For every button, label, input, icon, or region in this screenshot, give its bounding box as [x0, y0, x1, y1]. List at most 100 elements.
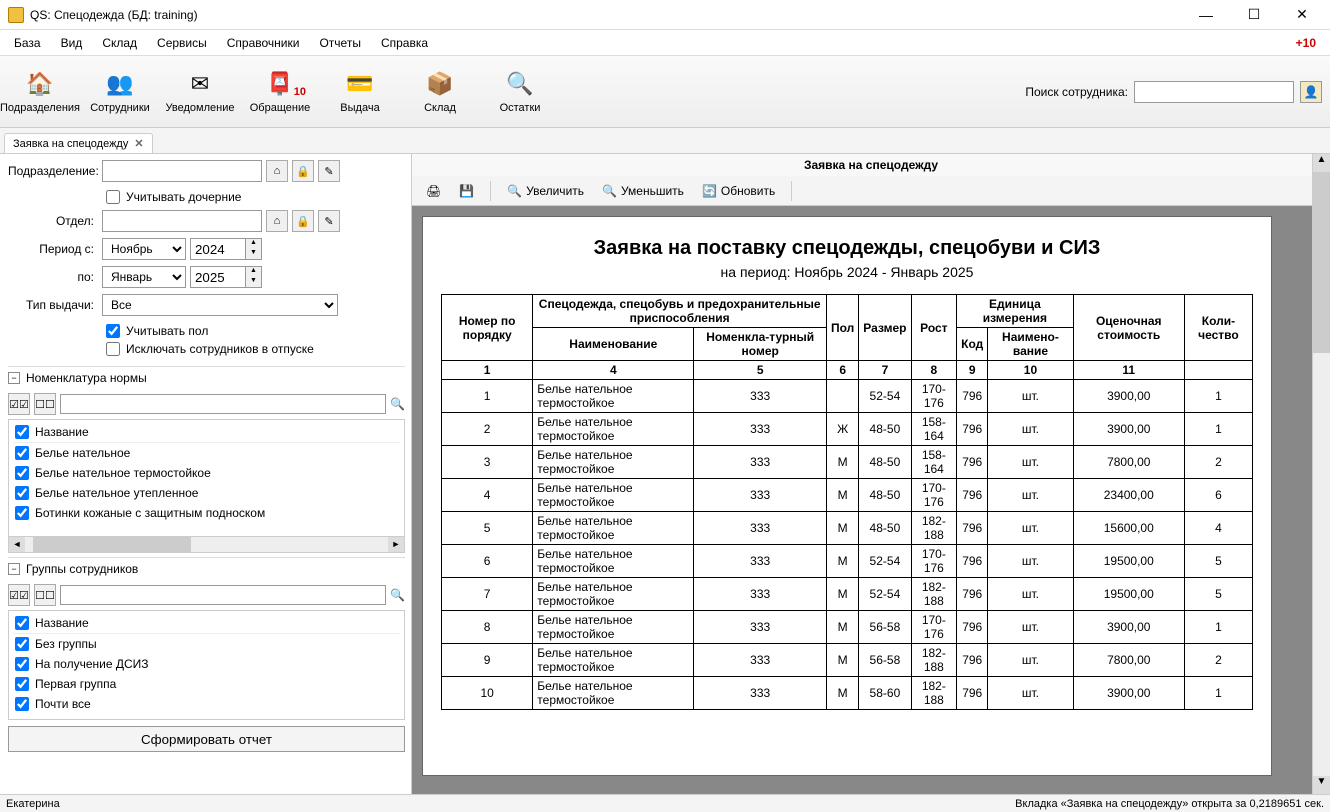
menu-services[interactable]: Сервисы	[149, 32, 215, 54]
list-item: На получение ДСИЗ	[35, 657, 149, 671]
print-button[interactable]: 🖨	[420, 181, 447, 201]
search-employee-button[interactable]: 👤	[1300, 81, 1322, 103]
tb-notification[interactable]: ✉Уведомление	[160, 56, 240, 127]
nomenclature-collapse[interactable]: −	[8, 372, 20, 384]
nom-header-checkbox[interactable]	[15, 425, 29, 439]
nom-item-checkbox[interactable]	[15, 486, 29, 500]
year-from-down[interactable]: ▼	[246, 249, 261, 259]
grp-header-label: Название	[35, 616, 89, 630]
minimize-button[interactable]: —	[1186, 1, 1226, 29]
tab-request[interactable]: Заявка на спецодежду ✕	[4, 133, 153, 153]
month-from-select[interactable]: Ноябрь	[102, 238, 186, 260]
report-vscrollbar[interactable]: ▲ ▼	[1312, 154, 1330, 794]
nomenclature-filter-input[interactable]	[60, 394, 386, 414]
tb-balance[interactable]: 🔍Остатки	[480, 56, 560, 127]
search-employee-input[interactable]	[1134, 81, 1294, 103]
department-input[interactable]	[102, 160, 262, 182]
generate-report-button[interactable]: Сформировать отчет	[8, 726, 405, 752]
list-item: Без группы	[35, 637, 97, 651]
statusbar: Екатерина Вкладка «Заявка на спецодежду»…	[0, 794, 1330, 812]
groups-list[interactable]: Название Без группы На получение ДСИЗ Пе…	[8, 610, 405, 720]
issue-type-select[interactable]: Все	[102, 294, 338, 316]
report-subtitle: на период: Ноябрь 2024 - Январь 2025	[441, 264, 1253, 280]
include-children-checkbox[interactable]	[106, 190, 120, 204]
groups-filter-input[interactable]	[60, 585, 386, 605]
menu-warehouse[interactable]: Склад	[94, 32, 145, 54]
report-viewport[interactable]: Заявка на поставку спецодежды, спецобуви…	[412, 206, 1330, 794]
table-row: 6Белье нательное термостойкое333М52-5417…	[442, 545, 1253, 578]
zoom-in-button[interactable]: 🔍Увеличить	[501, 181, 590, 201]
division-lock-button[interactable]: 🔒	[292, 210, 314, 232]
select-all-nom-button[interactable]: ☑☑	[8, 393, 30, 415]
nom-header-label: Название	[35, 425, 89, 439]
tab-close-icon[interactable]: ✕	[134, 137, 143, 150]
list-item: Белье нательное	[35, 446, 130, 460]
department-pick-button[interactable]: ⌂	[266, 160, 288, 182]
list-item: Белье нательное утепленное	[35, 486, 198, 500]
grp-item-checkbox[interactable]	[15, 677, 29, 691]
deselect-all-nom-button[interactable]: ☐☐	[34, 393, 56, 415]
status-timing: Вкладка «Заявка на спецодежду» открыта з…	[1015, 798, 1324, 810]
nomenclature-list[interactable]: Название Белье нательное Белье нательное…	[8, 419, 405, 537]
scroll-down-icon[interactable]: ▼	[1313, 776, 1330, 794]
save-button[interactable]: 💾	[453, 181, 480, 201]
exclude-vacation-checkbox[interactable]	[106, 342, 120, 356]
department-edit-button[interactable]: ✎	[318, 160, 340, 182]
division-pick-button[interactable]: ⌂	[266, 210, 288, 232]
month-to-select[interactable]: Январь	[102, 266, 186, 288]
grp-item-checkbox[interactable]	[15, 657, 29, 671]
col-name: Наименование	[533, 328, 694, 361]
tb-departments[interactable]: 🏠Подразделения	[0, 56, 80, 127]
issue-type-label: Тип выдачи:	[8, 298, 98, 312]
department-label: Подразделение:	[8, 164, 98, 178]
col-nomnum: Номенкла-турный номер	[694, 328, 827, 361]
maximize-button[interactable]: ☐	[1234, 1, 1274, 29]
menu-help[interactable]: Справка	[373, 32, 436, 54]
year-to-up[interactable]: ▲	[246, 267, 261, 277]
year-to-input[interactable]	[190, 266, 246, 288]
year-from-up[interactable]: ▲	[246, 239, 261, 249]
menu-base[interactable]: База	[6, 32, 49, 54]
division-edit-button[interactable]: ✎	[318, 210, 340, 232]
grp-header-checkbox[interactable]	[15, 616, 29, 630]
table-row: 9Белье нательное термостойкое333М56-5818…	[442, 644, 1253, 677]
search-icon[interactable]: 🔍	[390, 588, 405, 602]
year-from-input[interactable]	[190, 238, 246, 260]
search-employee-label: Поиск сотрудника:	[1025, 85, 1128, 99]
grp-item-checkbox[interactable]	[15, 637, 29, 651]
col-unit-name: Наимено-вание	[988, 328, 1073, 361]
department-lock-button[interactable]: 🔒	[292, 160, 314, 182]
status-user: Екатерина	[6, 798, 60, 810]
tb-employees[interactable]: 👥Сотрудники	[80, 56, 160, 127]
printer-icon: 🖨	[426, 184, 441, 198]
tab-label: Заявка на спецодежду	[13, 138, 128, 150]
division-label: Отдел:	[8, 214, 98, 228]
nom-item-checkbox[interactable]	[15, 446, 29, 460]
nom-item-checkbox[interactable]	[15, 506, 29, 520]
tb-warehouse[interactable]: 📦Склад	[400, 56, 480, 127]
select-all-grp-button[interactable]: ☑☑	[8, 584, 30, 606]
menu-directories[interactable]: Справочники	[219, 32, 308, 54]
nom-item-checkbox[interactable]	[15, 466, 29, 480]
notification-counter[interactable]: +10	[1296, 36, 1324, 50]
division-input[interactable]	[102, 210, 262, 232]
consider-gender-checkbox[interactable]	[106, 324, 120, 338]
menu-view[interactable]: Вид	[53, 32, 91, 54]
nom-hscroll[interactable]: ◄►	[8, 537, 405, 553]
tb-appeal[interactable]: 📮10Обращение	[240, 56, 320, 127]
menu-reports[interactable]: Отчеты	[311, 32, 368, 54]
grp-item-checkbox[interactable]	[15, 697, 29, 711]
col-unit-code: Код	[957, 328, 988, 361]
exclude-vacation-label: Исключать сотрудников в отпуске	[126, 342, 314, 356]
tb-issue[interactable]: 💳Выдача	[320, 56, 400, 127]
year-to-down[interactable]: ▼	[246, 277, 261, 287]
close-button[interactable]: ✕	[1282, 1, 1322, 29]
groups-collapse[interactable]: −	[8, 563, 20, 575]
col-group: Спецодежда, спецобувь и предохранительны…	[533, 295, 827, 328]
deselect-all-grp-button[interactable]: ☐☐	[34, 584, 56, 606]
refresh-button[interactable]: 🔄Обновить	[696, 181, 781, 201]
table-row: 5Белье нательное термостойкое333М48-5018…	[442, 512, 1253, 545]
search-icon[interactable]: 🔍	[390, 397, 405, 411]
zoom-out-button[interactable]: 🔍Уменьшить	[596, 181, 690, 201]
scroll-up-icon[interactable]: ▲	[1313, 154, 1330, 172]
